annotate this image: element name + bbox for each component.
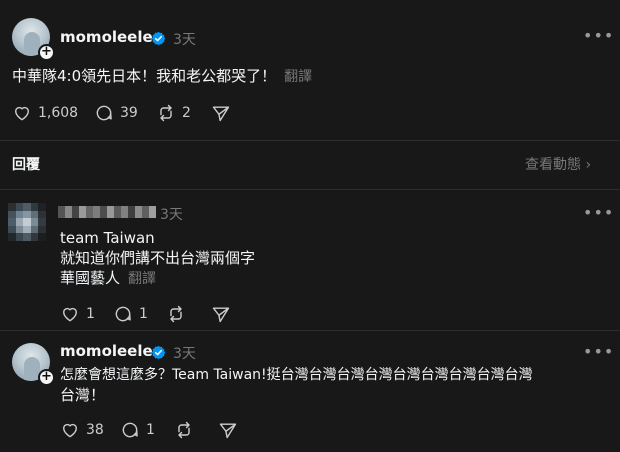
reply1-timestamp: 3天 xyxy=(160,207,183,223)
reply1-like-button[interactable]: 1 xyxy=(60,304,95,324)
follow-plus-icon[interactable]: + xyxy=(38,44,55,61)
like-count: 1,608 xyxy=(38,105,79,121)
reply1-translate-link[interactable]: 翻譯 xyxy=(128,271,156,287)
comment-button[interactable]: 39 xyxy=(94,103,138,123)
reply1-line1: team Taiwan xyxy=(60,229,155,247)
reply2-repost-button[interactable] xyxy=(174,420,194,440)
verified-badge-icon xyxy=(151,345,166,360)
reply1-repost-button[interactable] xyxy=(166,304,186,324)
divider xyxy=(0,330,620,331)
reply1-more-icon[interactable]: ••• xyxy=(583,203,614,222)
verified-badge-icon xyxy=(151,31,166,46)
reply1-username-blurred[interactable] xyxy=(58,206,156,218)
follow-plus-icon[interactable]: + xyxy=(38,369,55,386)
view-activity-link[interactable]: 查看動態 › xyxy=(525,154,591,174)
heart-icon xyxy=(15,106,29,121)
post-text: 中華隊4:0領先日本！我和老公都哭了！ 翻譯 xyxy=(12,66,312,87)
repost-icon xyxy=(160,104,172,122)
replies-title: 回覆 xyxy=(12,157,40,173)
repost-count: 2 xyxy=(182,105,191,121)
comment-count: 39 xyxy=(120,105,138,121)
post-timestamp: 3天 xyxy=(173,32,196,48)
post-avatar[interactable]: + xyxy=(12,18,55,61)
repost-button[interactable]: 2 xyxy=(156,103,191,123)
post-more-icon[interactable]: ••• xyxy=(583,26,614,45)
reply2-username[interactable]: momoleelee xyxy=(60,342,163,360)
send-icon xyxy=(212,307,230,323)
send-icon xyxy=(219,423,237,439)
reply2-comment-button[interactable]: 1 xyxy=(120,420,155,440)
reply2-avatar[interactable]: + xyxy=(12,343,55,386)
reply1-share-button[interactable] xyxy=(211,304,231,324)
post-body: 中華隊4:0領先日本！我和老公都哭了！ xyxy=(12,67,277,85)
share-button[interactable] xyxy=(211,103,231,123)
reply2-like-count: 38 xyxy=(86,422,104,438)
reply2-line1: 怎麼會想這麼多？Team Taiwan!挺台灣台灣台灣台灣台灣台灣台灣台灣台灣 xyxy=(60,367,533,383)
heart-icon xyxy=(63,423,77,438)
reply1-avatar-blurred[interactable] xyxy=(8,203,46,241)
post-username[interactable]: momoleelee xyxy=(60,28,163,46)
comment-icon xyxy=(115,306,131,322)
reply1-line2: 就知道你們講不出台灣兩個字 xyxy=(60,249,256,267)
comment-icon xyxy=(96,105,112,121)
reply2-line2: 台灣！ xyxy=(60,386,106,404)
reply2-share-button[interactable] xyxy=(218,420,238,440)
reply2-like-button[interactable]: 38 xyxy=(60,420,104,440)
threads-page: + momoleelee 3天 ••• 中華隊4:0領先日本！我和老公都哭了！ 翻… xyxy=(0,0,620,452)
reply2-timestamp: 3天 xyxy=(173,346,196,362)
translate-link[interactable]: 翻譯 xyxy=(284,69,312,85)
reply1-comment-button[interactable]: 1 xyxy=(113,304,148,324)
reply2-more-icon[interactable]: ••• xyxy=(583,342,614,361)
reply1-like-count: 1 xyxy=(86,306,95,322)
send-icon xyxy=(212,106,230,122)
divider xyxy=(0,189,620,190)
reply2-comment-count: 1 xyxy=(146,422,155,438)
reply1-line3-row: 華國藝人 翻譯 xyxy=(60,268,156,289)
reply1-comment-count: 1 xyxy=(139,306,148,322)
like-button[interactable]: 1,608 xyxy=(12,103,78,123)
heart-icon xyxy=(63,307,77,322)
divider xyxy=(0,140,620,141)
comment-icon xyxy=(122,422,138,438)
repost-icon xyxy=(170,305,182,323)
reply1-line3: 華國藝人 xyxy=(60,269,121,287)
repost-icon xyxy=(178,421,190,439)
